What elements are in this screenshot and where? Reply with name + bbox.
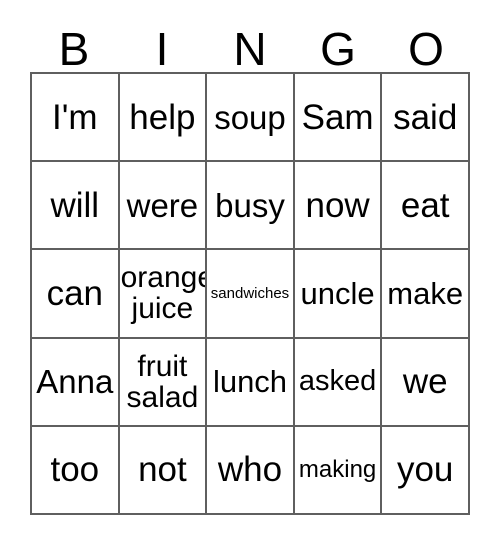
bingo-cell-text: lunch <box>212 364 288 400</box>
bingo-cell[interactable]: not <box>119 426 208 515</box>
bingo-card: B I N G O I'm help soup Sam said will we… <box>0 0 500 544</box>
bingo-header-letter-text: N <box>233 23 267 75</box>
bingo-cell-text: Sam <box>301 97 374 137</box>
bingo-cell[interactable]: eat <box>382 162 470 251</box>
bingo-cell[interactable]: fruit salad <box>119 338 208 427</box>
bingo-cell-text: were <box>126 186 199 224</box>
bingo-cell[interactable]: Anna <box>32 338 120 427</box>
bingo-cell[interactable]: uncle <box>294 250 383 339</box>
bingo-cell[interactable]: too <box>32 426 120 515</box>
bingo-cell-text: uncle <box>300 275 375 311</box>
bingo-cell[interactable]: said <box>382 74 470 163</box>
bingo-header-letter-g: G <box>294 14 382 72</box>
bingo-header-letter-o: O <box>382 14 470 72</box>
bingo-header-letter-text: O <box>408 23 444 75</box>
bingo-cell[interactable]: help <box>119 74 208 163</box>
bingo-cell-text: we <box>402 362 448 402</box>
bingo-cell-text: sandwiches <box>210 284 290 302</box>
bingo-cell-text: orange juice <box>120 261 208 326</box>
bingo-cell-text: who <box>217 450 283 490</box>
bingo-cell-text: too <box>50 450 100 490</box>
bingo-header-letter-i: I <box>118 14 206 72</box>
bingo-cell[interactable]: soup <box>207 74 295 163</box>
bingo-cell-text: fruit salad <box>126 349 199 414</box>
bingo-cell-text: Anna <box>36 363 114 401</box>
bingo-cell[interactable]: were <box>119 162 208 251</box>
bingo-cell[interactable]: I'm <box>32 74 120 163</box>
bingo-cell-text: making <box>298 455 377 483</box>
bingo-cell[interactable]: we <box>382 338 470 427</box>
bingo-cell-text: can <box>46 273 104 313</box>
bingo-cell-text: you <box>396 450 454 490</box>
bingo-cell-text: busy <box>215 186 285 224</box>
bingo-cell[interactable]: can <box>32 250 120 339</box>
bingo-cell-text: soup <box>214 98 286 136</box>
bingo-cell[interactable]: make <box>382 250 470 339</box>
bingo-cell[interactable]: now <box>294 162 383 251</box>
bingo-cell[interactable]: making <box>294 426 383 515</box>
bingo-cell-text: I'm <box>52 97 98 137</box>
bingo-cell-text: said <box>393 97 458 137</box>
bingo-cell-text: help <box>129 97 196 137</box>
bingo-cell[interactable]: busy <box>207 162 295 251</box>
bingo-cell-text: asked <box>298 365 377 398</box>
bingo-header-letter-text: B <box>58 23 90 75</box>
bingo-header-letter-text: G <box>320 23 356 75</box>
bingo-cell[interactable]: Sam <box>294 74 383 163</box>
bingo-cell-text: will <box>50 185 100 225</box>
bingo-header-letter-n: N <box>206 14 294 72</box>
bingo-cell-text: now <box>305 185 370 225</box>
bingo-cell[interactable]: asked <box>294 338 383 427</box>
bingo-cell-text: eat <box>400 185 450 225</box>
bingo-cell[interactable]: will <box>32 162 120 251</box>
bingo-cell-text: not <box>138 450 187 490</box>
bingo-cell[interactable]: orange juice <box>119 250 208 339</box>
bingo-header-letter-b: B <box>30 14 118 72</box>
bingo-cell[interactable]: who <box>207 426 295 515</box>
bingo-header-letter-text: I <box>155 23 169 75</box>
bingo-header-row: B I N G O <box>30 14 470 72</box>
bingo-cell[interactable]: sandwiches <box>207 250 295 339</box>
bingo-cell[interactable]: lunch <box>207 338 295 427</box>
bingo-grid: I'm help soup Sam said will were busy no… <box>30 72 470 515</box>
bingo-cell-text: make <box>387 275 464 311</box>
bingo-cell[interactable]: you <box>382 426 470 515</box>
